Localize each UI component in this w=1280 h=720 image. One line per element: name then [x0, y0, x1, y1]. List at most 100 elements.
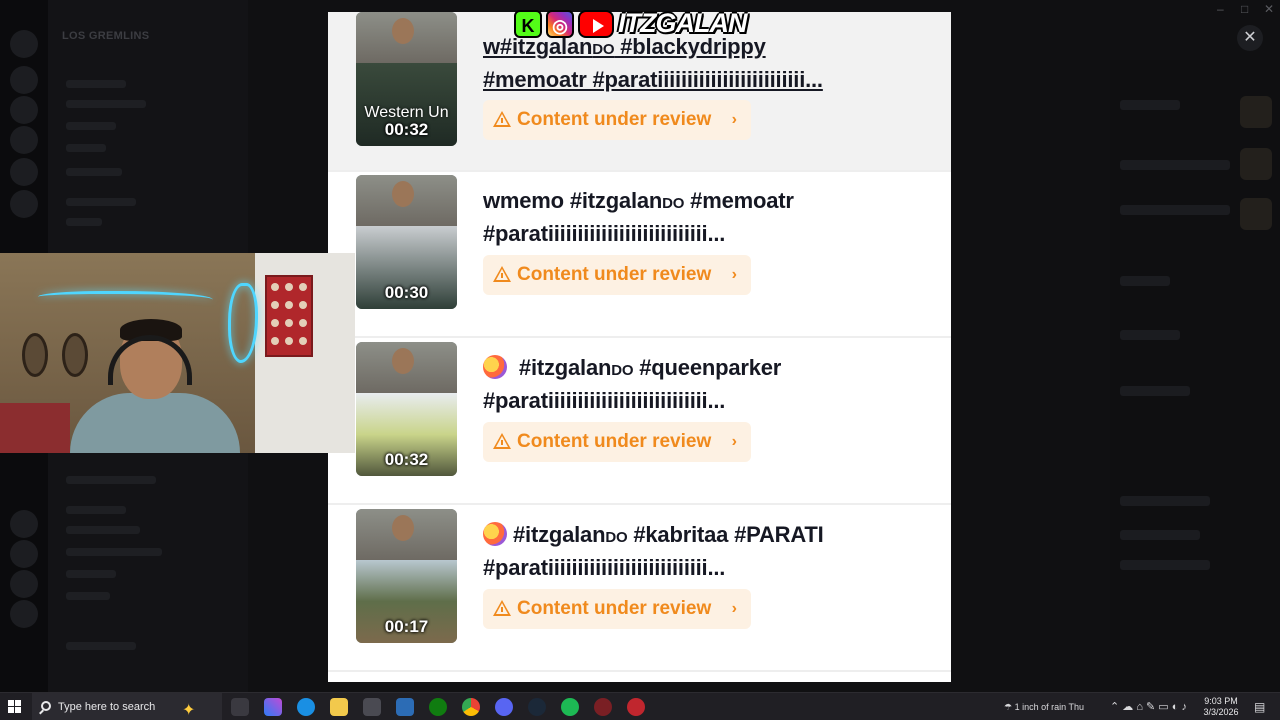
- server-name: LOS GREMLINS: [62, 30, 150, 42]
- spotify-icon[interactable]: [561, 698, 579, 716]
- close-icon[interactable]: ✕: [1237, 25, 1263, 51]
- avatar: [1240, 148, 1272, 180]
- copilot-icon[interactable]: [264, 698, 282, 716]
- app-icon[interactable]: [627, 698, 645, 716]
- channel-item[interactable]: [66, 122, 116, 130]
- member-item[interactable]: [1120, 560, 1210, 570]
- channel-item[interactable]: [66, 506, 126, 514]
- video-title[interactable]: #itzgalanDO #queenparker #paratiiiiiiiii…: [483, 353, 923, 416]
- server-icon[interactable]: [10, 570, 38, 598]
- member-item[interactable]: [1120, 205, 1230, 215]
- notification-icon[interactable]: ▤: [1254, 693, 1265, 720]
- chevron-right-icon: ›: [731, 600, 737, 617]
- wall-poster: [265, 275, 313, 357]
- channel-item[interactable]: [66, 144, 106, 152]
- chevron-right-icon: ›: [731, 266, 737, 283]
- warning-icon: [493, 433, 511, 449]
- avatar: [1240, 96, 1272, 128]
- edge-icon[interactable]: [297, 698, 315, 716]
- tray-icons[interactable]: ⌃ ☁ ⌂ ✎ ▭ ◐ ♪: [1110, 693, 1187, 720]
- video-thumbnail[interactable]: 00:17: [356, 509, 457, 643]
- channel-item[interactable]: [66, 570, 116, 578]
- channel-item[interactable]: [66, 476, 156, 484]
- avatar: [1240, 198, 1272, 230]
- server-icon[interactable]: [10, 510, 38, 538]
- member-item[interactable]: [1120, 100, 1180, 110]
- channel-item[interactable]: [66, 100, 146, 108]
- chevron-right-icon: ›: [731, 111, 737, 128]
- channel-item[interactable]: [66, 218, 102, 226]
- search-icon: [41, 701, 51, 711]
- content-under-review-button[interactable]: Content under review ›: [483, 255, 751, 295]
- social-banner: K ◎ ITZGALAN: [514, 8, 747, 40]
- member-item[interactable]: [1120, 160, 1230, 170]
- server-icon[interactable]: [10, 96, 38, 124]
- video-title[interactable]: wmemo #itzgalanDO #memoatr #paratiiiiiii…: [483, 186, 923, 249]
- steam-icon[interactable]: [528, 698, 546, 716]
- sparkle-icon: ✦: [182, 702, 196, 719]
- app-icon[interactable]: [594, 698, 612, 716]
- content-under-review-button[interactable]: Content under review ›: [483, 100, 751, 140]
- video-duration: 00:32: [384, 120, 429, 139]
- warning-icon: [493, 111, 511, 127]
- server-icon[interactable]: [10, 126, 38, 154]
- channel-item[interactable]: [66, 80, 126, 88]
- video-duration: 00:17: [384, 617, 429, 636]
- channel-item[interactable]: [66, 526, 140, 534]
- warning-icon: [493, 600, 511, 616]
- discord-icon[interactable]: [495, 698, 513, 716]
- server-icon[interactable]: [10, 190, 38, 218]
- member-item[interactable]: [1120, 276, 1170, 286]
- emoji-icon: [483, 522, 507, 546]
- task-view-icon[interactable]: [231, 698, 249, 716]
- chevron-right-icon: ›: [731, 433, 737, 450]
- video-item[interactable]: 00:17 #itzgalanDO #kabritaa #PARATI #par…: [328, 506, 951, 672]
- mail-icon[interactable]: [396, 698, 414, 716]
- file-explorer-icon[interactable]: [330, 698, 348, 716]
- server-icon[interactable]: [10, 30, 38, 58]
- streamer-name: ITZGALAN: [618, 8, 747, 38]
- video-thumbnail[interactable]: 00:30: [356, 175, 457, 309]
- chrome-icon[interactable]: [462, 698, 480, 716]
- channel-item[interactable]: [66, 198, 136, 206]
- video-item[interactable]: 00:30 wmemo #itzgalanDO #memoatr #parati…: [328, 172, 951, 338]
- weather-widget[interactable]: ☂ 1 inch of rain Thu: [1004, 693, 1084, 720]
- video-item[interactable]: 00:32 #itzgalanDO #queenparker #paratiii…: [328, 339, 951, 505]
- maximize-icon[interactable]: □: [1241, 2, 1248, 16]
- video-title[interactable]: #itzgalanDO #kabritaa #PARATI #paratiiii…: [483, 520, 923, 583]
- video-feed-panel: Western Un 00:32 w#itzgalanDO #blackydri…: [328, 12, 951, 682]
- webcam-overlay: [0, 253, 355, 453]
- member-item[interactable]: [1120, 530, 1200, 540]
- content-under-review-button[interactable]: Content under review ›: [483, 589, 751, 629]
- member-item[interactable]: [1120, 496, 1210, 506]
- channel-item[interactable]: [66, 592, 110, 600]
- video-item[interactable]: [328, 673, 951, 682]
- taskbar: Type here to search ✦ ☂ 1 inch of rain T…: [0, 692, 1280, 720]
- youtube-icon: [578, 10, 614, 38]
- close-window-icon[interactable]: ✕: [1264, 2, 1274, 16]
- server-icon[interactable]: [10, 540, 38, 568]
- video-thumbnail[interactable]: Western Un 00:32: [356, 12, 457, 146]
- channel-item[interactable]: [66, 642, 136, 650]
- windows-start-icon[interactable]: [8, 700, 22, 714]
- store-icon[interactable]: [363, 698, 381, 716]
- member-item[interactable]: [1120, 386, 1190, 396]
- clock[interactable]: 9:03 PM 3/3/2026: [1198, 696, 1244, 718]
- taskbar-search[interactable]: Type here to search ✦: [32, 693, 222, 720]
- server-icon[interactable]: [10, 66, 38, 94]
- emoji-icon: [483, 355, 507, 379]
- server-icon[interactable]: [10, 600, 38, 628]
- xbox-icon[interactable]: [429, 698, 447, 716]
- content-under-review-button[interactable]: Content under review ›: [483, 422, 751, 462]
- video-thumbnail[interactable]: 00:32: [356, 342, 457, 476]
- channel-item[interactable]: [66, 548, 162, 556]
- video-title[interactable]: w#itzgalanDO #blackydrippy #memoatr #par…: [483, 32, 923, 95]
- server-icon[interactable]: [10, 158, 38, 186]
- warning-icon: [493, 266, 511, 282]
- video-duration: 00:32: [384, 450, 429, 469]
- member-item[interactable]: [1120, 330, 1180, 340]
- channel-item[interactable]: [66, 168, 122, 176]
- minimize-icon[interactable]: –: [1217, 2, 1224, 16]
- instagram-icon: ◎: [546, 10, 574, 38]
- screen: LOS GREMLINS – □ ✕ ✕ Western Un 00:32 w#…: [0, 0, 1280, 720]
